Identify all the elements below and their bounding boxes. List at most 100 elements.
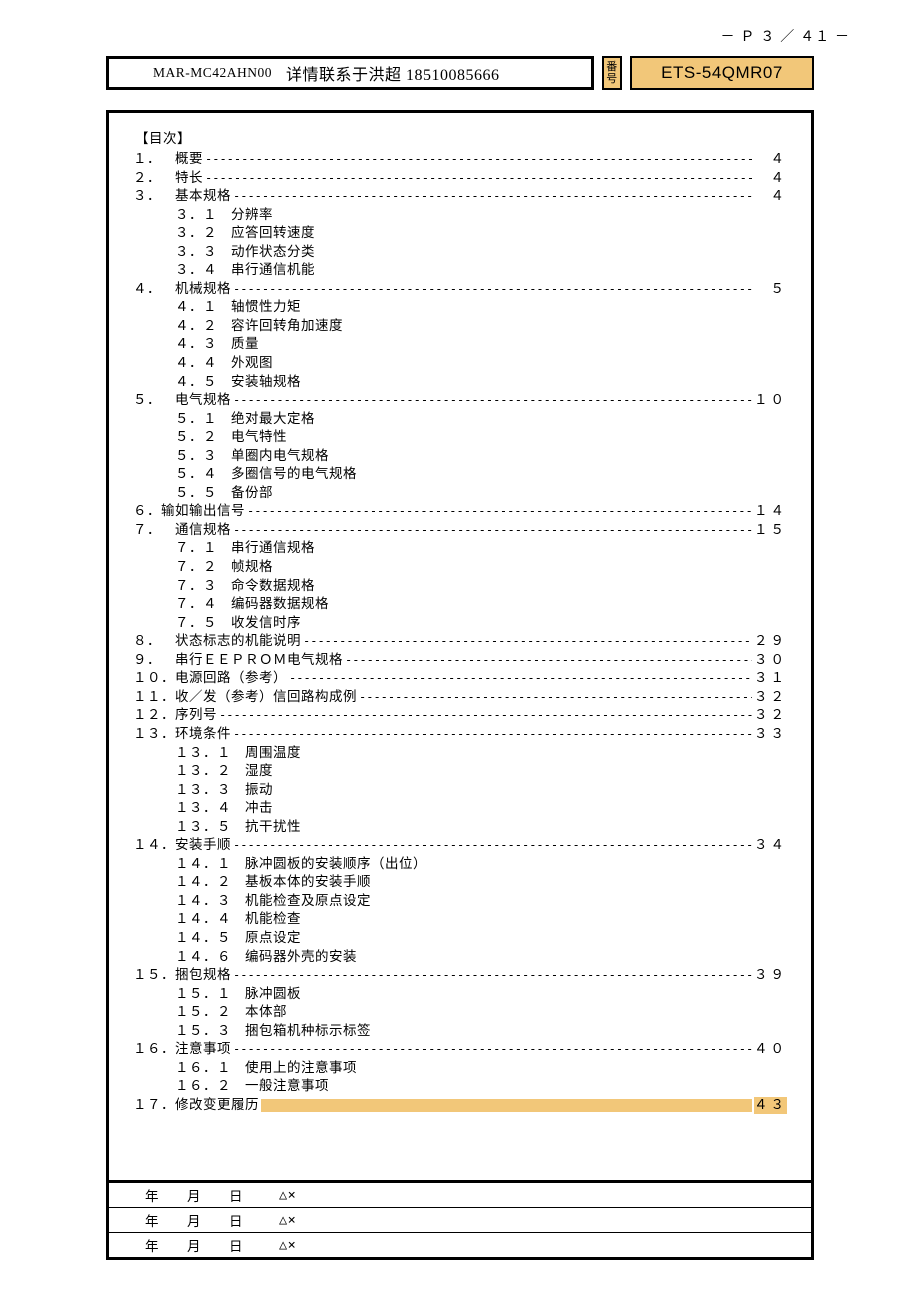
toc-page-number: ３１ xyxy=(754,670,787,688)
toc-page-number: ４０ xyxy=(754,1041,787,1059)
toc-section-title: 概要 xyxy=(161,151,203,169)
toc-section-title: 电源回路（参考） xyxy=(175,670,287,688)
toc-sub-title: 收发信时序 xyxy=(231,615,301,633)
toc-subsection-row: ５．１ 绝对最大定格 xyxy=(133,411,787,429)
toc-sub-number: ３．４ xyxy=(175,262,231,280)
toc-page-number: ３２ xyxy=(754,689,787,707)
toc-section-number: ４． xyxy=(133,281,161,299)
toc-sub-title: 安装轴规格 xyxy=(231,374,301,392)
toc-section-title: 安装手顺 xyxy=(175,837,231,855)
toc-section-title: 状态标志的机能说明 xyxy=(161,633,301,651)
toc-sub-title: 帧规格 xyxy=(231,559,273,577)
toc-subsection-row: ３．３ 动作状态分类 xyxy=(133,244,787,262)
body-frame: 【目次】 １． 概要４２． 特长４３． 基本规格４ ３．１ 分辨率 ３．２ 应答… xyxy=(106,110,814,1260)
page-number: － Ｐ ３ ／ ４１ － xyxy=(60,26,850,46)
toc-section-title: 串行ＥＥＰＲＯＭ电气规格 xyxy=(161,652,343,670)
toc-page-number: ３９ xyxy=(754,967,787,985)
toc-sub-title: 编码器外壳的安装 xyxy=(245,949,357,967)
approval-row: 年 月 日 △× xyxy=(109,1232,811,1257)
toc-section-title: 输如输出信号 xyxy=(161,503,245,521)
toc-subsection-row: １４．１ 脉冲圆板的安装顺序（出位） xyxy=(133,856,787,874)
toc-subsection-row: １４．２ 基板本体的安装手顺 xyxy=(133,874,787,892)
toc-section-row: １５．捆包规格 ３９ xyxy=(133,967,787,985)
toc-sub-title: 绝对最大定格 xyxy=(231,411,315,429)
toc-page-number: ４ xyxy=(757,151,787,169)
toc-section-row: １． 概要４ xyxy=(133,151,787,169)
toc-sub-title: 周围温度 xyxy=(245,745,301,763)
toc-sub-title: 容许回转角加速度 xyxy=(231,318,343,336)
toc-section-row: ６．输如输出信号１４ xyxy=(133,503,787,521)
toc-sub-indent xyxy=(133,763,175,781)
toc-section-title: 机械规格 xyxy=(161,281,231,299)
toc-leader xyxy=(233,188,755,206)
toc-section-row: １６．注意事项４０ xyxy=(133,1041,787,1059)
toc-sub-title: 备份部 xyxy=(231,485,273,503)
toc-section-row: １１．收／发（参考）信回路构成例３２ xyxy=(133,689,787,707)
toc-subsection-row: ７．５ 收发信时序 xyxy=(133,615,787,633)
toc-leader xyxy=(219,707,752,725)
approval-date: 年 月 日 xyxy=(109,1185,279,1205)
toc-page-number: １４ xyxy=(754,503,787,521)
toc-section-row: １３．环境条件３３ xyxy=(133,726,787,744)
toc-title: 【目次】 xyxy=(135,127,787,147)
approval-mark: △× xyxy=(279,1187,296,1203)
toc-section-title: 环境条件 xyxy=(175,726,231,744)
toc-sub-title: 命令数据规格 xyxy=(231,578,315,596)
toc-subsection-row: ７．２ 帧规格 xyxy=(133,559,787,577)
bango-label: 番 号 xyxy=(602,56,622,90)
toc-section-number: １５． xyxy=(133,967,175,985)
toc-sub-title: 原点设定 xyxy=(245,930,301,948)
toc-sub-indent xyxy=(133,1004,175,1022)
toc-section-title: 捆包规格 xyxy=(175,967,231,985)
toc-sub-indent xyxy=(133,411,175,429)
toc-sub-number: ４．５ xyxy=(175,374,231,392)
toc-sub-title: 本体部 xyxy=(245,1004,287,1022)
toc-sub-title: 振动 xyxy=(245,782,273,800)
toc-sub-number: ５．４ xyxy=(175,466,231,484)
toc-sub-indent xyxy=(133,819,175,837)
toc-sub-number: １３．２ xyxy=(175,763,245,781)
toc-sub-number: ５．３ xyxy=(175,448,231,466)
toc-page-number: ４ xyxy=(757,188,787,206)
toc-sub-number: １４．２ xyxy=(175,874,245,892)
toc-sub-indent xyxy=(133,374,175,392)
toc-leader xyxy=(233,522,752,540)
toc-leader xyxy=(345,652,752,670)
toc-sub-number: １４．１ xyxy=(175,856,245,874)
toc-sub-number: ５．５ xyxy=(175,485,231,503)
toc-subsection-row: １３．５ 抗干扰性 xyxy=(133,819,787,837)
toc-sub-indent xyxy=(133,559,175,577)
toc-section-title: 特长 xyxy=(161,170,203,188)
toc-section-number: ９． xyxy=(133,652,161,670)
contact-info: 详情联系于洪超 18510085666 xyxy=(286,61,500,85)
toc-leader xyxy=(359,689,752,707)
toc-leader xyxy=(289,670,752,688)
toc-section-title: 收／发（参考）信回路构成例 xyxy=(175,689,357,707)
toc-sub-indent xyxy=(133,466,175,484)
toc: １． 概要４２． 特长４３． 基本规格４ ３．１ 分辨率 ３．２ 应答回转速度 … xyxy=(133,151,787,1114)
toc-subsection-row: ５．４ 多圈信号的电气规格 xyxy=(133,466,787,484)
toc-page-number: １０ xyxy=(754,392,787,410)
toc-subsection-row: ４．３ 质量 xyxy=(133,336,787,354)
toc-leader xyxy=(233,837,752,855)
toc-section-title: 序列号 xyxy=(175,707,217,725)
toc-section-number: ５． xyxy=(133,392,161,410)
toc-sub-number: １５．２ xyxy=(175,1004,245,1022)
toc-leader xyxy=(233,392,752,410)
toc-section-row: ５． 电气规格１０ xyxy=(133,392,787,410)
toc-sub-title: 机能检查 xyxy=(245,911,301,929)
toc-sub-number: ４．１ xyxy=(175,299,231,317)
toc-sub-indent xyxy=(133,244,175,262)
toc-leader xyxy=(247,503,752,521)
toc-section-number: ３． xyxy=(133,188,161,206)
toc-section-row: ９． 串行ＥＥＰＲＯＭ电气规格３０ xyxy=(133,652,787,670)
toc-section-row: １７．修改变更履历４３ xyxy=(133,1097,787,1115)
toc-sub-indent xyxy=(133,225,175,243)
toc-subsection-row: ４．５ 安装轴规格 xyxy=(133,374,787,392)
toc-sub-number: ７．４ xyxy=(175,596,231,614)
toc-sub-title: 动作状态分类 xyxy=(231,244,315,262)
toc-sub-indent xyxy=(133,800,175,818)
toc-sub-indent xyxy=(133,893,175,911)
toc-sub-number: ４．４ xyxy=(175,355,231,373)
toc-sub-title: 轴惯性力矩 xyxy=(231,299,301,317)
